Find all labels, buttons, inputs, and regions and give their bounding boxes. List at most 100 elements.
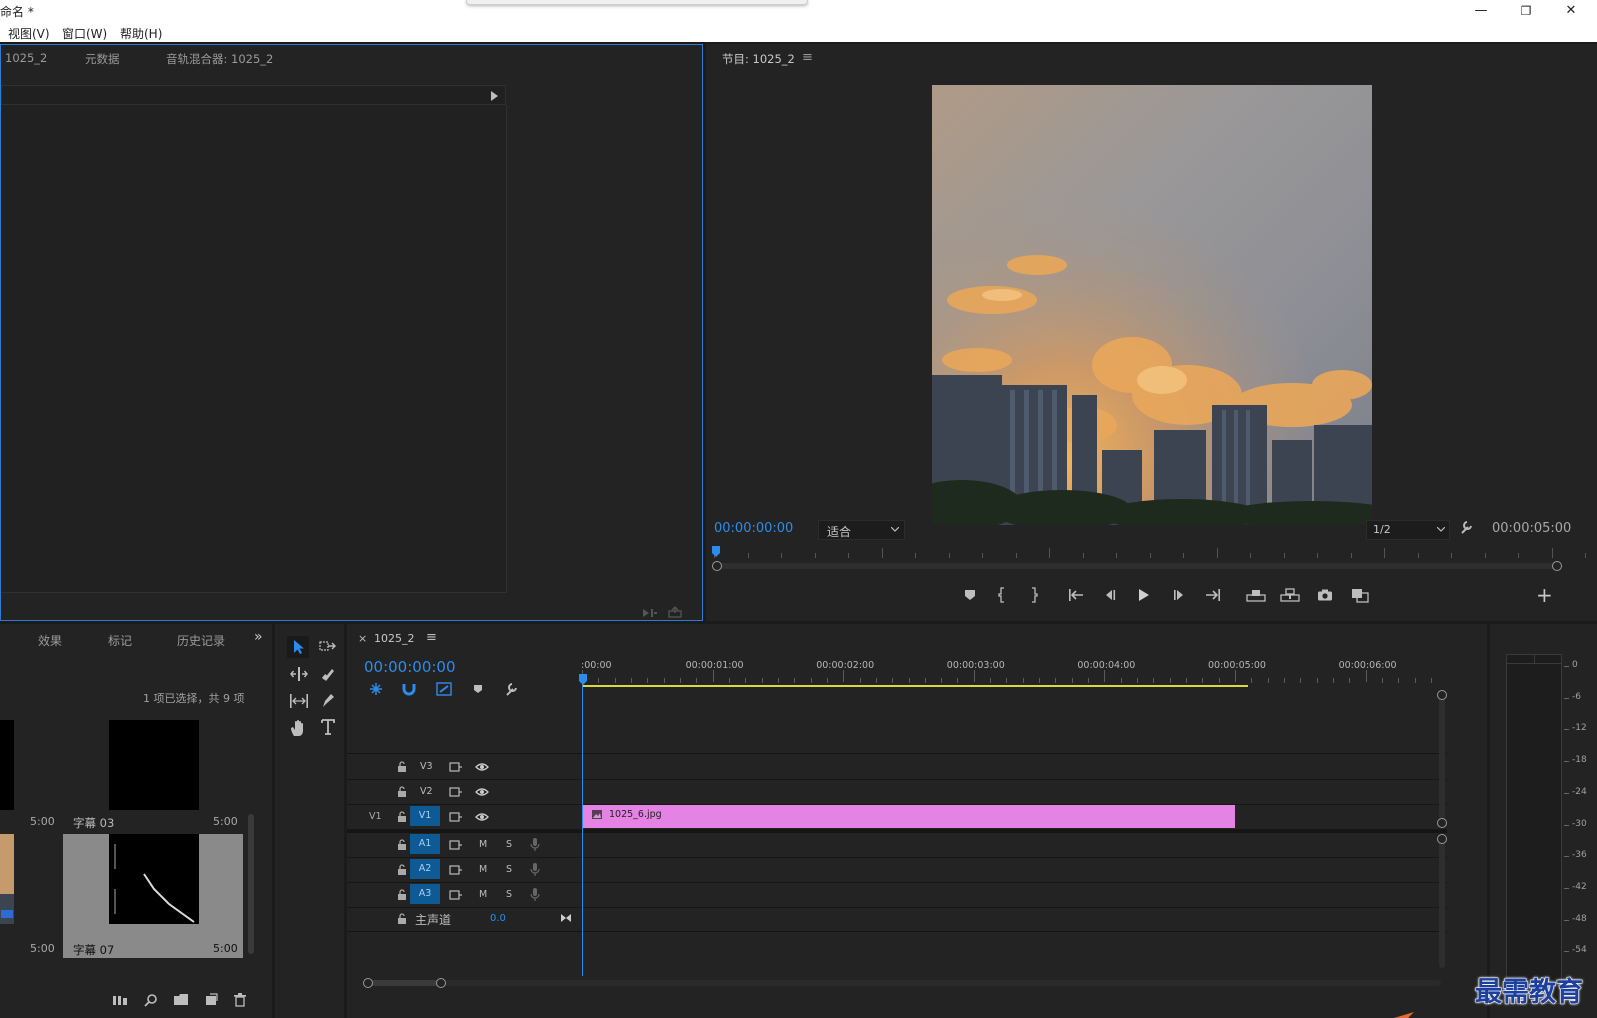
scroll-handle[interactable]	[1437, 690, 1447, 700]
program-current-timecode[interactable]: 00:00:00:00	[714, 521, 793, 536]
sync-lock-icon[interactable]	[449, 787, 463, 797]
track-label[interactable]: V3	[420, 761, 433, 772]
microphone-icon[interactable]	[530, 863, 540, 876]
zoom-right-handle[interactable]	[436, 978, 446, 988]
settings-wrench-icon[interactable]	[1459, 520, 1473, 534]
program-title[interactable]: 节目: 1025_2	[722, 51, 795, 67]
zoom-left-handle[interactable]	[363, 978, 373, 988]
program-playhead[interactable]	[712, 546, 720, 558]
automate-to-sequence-icon[interactable]	[112, 994, 128, 1006]
tab-effects[interactable]: 效果	[38, 632, 62, 649]
zoom-scrollbar-right-handle[interactable]	[1552, 561, 1562, 571]
tab-metadata[interactable]: 元数据	[85, 51, 120, 67]
program-mini-ruler[interactable]	[706, 546, 1597, 560]
menu-view[interactable]: 视图(V)	[8, 25, 50, 42]
timeline-clip[interactable]: 1025_6.jpg	[582, 805, 1235, 828]
project-item[interactable]: 5:00	[0, 834, 60, 958]
sync-lock-icon[interactable]	[449, 812, 463, 822]
timeline-ruler[interactable]: :00:00 00:00:01:00 00:00:02:00 00:00:03:00 0…	[581, 658, 1452, 688]
go-to-in-icon[interactable]	[1068, 589, 1084, 601]
lift-icon[interactable]	[1246, 588, 1266, 602]
new-item-icon[interactable]	[204, 993, 218, 1007]
selection-tool[interactable]	[287, 636, 309, 658]
solo-button[interactable]: S	[506, 839, 512, 850]
sync-lock-icon[interactable]	[449, 890, 463, 900]
type-tool-icon[interactable]	[321, 719, 335, 735]
project-item-selected[interactable]: 字幕 07 5:00	[63, 834, 243, 958]
audio-tracks-scrollbar[interactable]	[1437, 834, 1447, 968]
tab-history[interactable]: 历史记录	[177, 632, 225, 649]
restore-button[interactable]: ❐	[1503, 0, 1549, 22]
menu-help[interactable]: 帮助(H)	[120, 25, 162, 42]
resolution-dropdown[interactable]: 1/2	[1366, 520, 1450, 540]
minimize-button[interactable]: —	[1458, 0, 1504, 22]
play-icon[interactable]	[1138, 588, 1150, 602]
project-item[interactable]: 字幕 03 5:00	[63, 720, 243, 832]
track-label[interactable]: V2	[420, 786, 433, 797]
solo-button[interactable]: S	[506, 889, 512, 900]
work-area-bar[interactable]	[582, 685, 1248, 687]
project-scrollbar[interactable]	[248, 814, 254, 954]
insert-icon[interactable]	[642, 608, 658, 618]
timeline-settings-wrench-icon[interactable]	[504, 682, 518, 696]
sequence-tab[interactable]: 1025_2	[374, 632, 415, 645]
search-icon[interactable]	[144, 993, 158, 1007]
eye-icon[interactable]	[475, 762, 489, 772]
lock-icon[interactable]	[397, 889, 407, 900]
add-marker-icon[interactable]	[473, 684, 483, 694]
source-patch-v1[interactable]: V1	[369, 811, 382, 822]
sync-lock-icon[interactable]	[449, 865, 463, 875]
sync-lock-icon[interactable]	[449, 840, 463, 850]
tab-audio-mixer[interactable]: 音轨混合器: 1025_2	[166, 51, 273, 67]
lock-icon[interactable]	[397, 761, 407, 772]
panel-overflow-button[interactable]: »	[254, 629, 263, 645]
mute-button[interactable]: M	[479, 839, 487, 850]
comparison-view-icon[interactable]	[1351, 588, 1369, 603]
ripple-edit-icon[interactable]	[290, 667, 308, 681]
new-bin-folder-icon[interactable]	[173, 993, 189, 1006]
trash-icon[interactable]	[234, 993, 246, 1007]
timeline-playhead-head[interactable]	[578, 674, 588, 686]
timeline-timecode[interactable]: 00:00:00:00	[364, 658, 456, 676]
master-volume-value[interactable]: 0.0	[490, 913, 506, 924]
lock-icon[interactable]	[397, 811, 407, 822]
video-tracks-scrollbar[interactable]	[1437, 690, 1447, 828]
track-target-a1[interactable]: A1	[410, 834, 440, 854]
pen-tool-icon[interactable]	[321, 692, 335, 708]
track-target-v1[interactable]: V1	[410, 806, 440, 826]
sync-lock-icon[interactable]	[449, 762, 463, 772]
timeline-zoom-thumb[interactable]	[366, 980, 441, 986]
timeline-playhead-line[interactable]	[582, 684, 583, 976]
lock-icon[interactable]	[397, 864, 407, 875]
zoom-scrollbar[interactable]	[712, 561, 1562, 571]
tab-markers[interactable]: 标记	[108, 632, 132, 649]
track-target-a2[interactable]: A2	[410, 859, 440, 879]
scroll-handle[interactable]	[1437, 834, 1447, 844]
add-marker-icon[interactable]	[964, 589, 976, 601]
lock-icon[interactable]	[397, 913, 407, 924]
mute-button[interactable]: M	[479, 889, 487, 900]
zoom-scrollbar-left-handle[interactable]	[712, 561, 722, 571]
lock-icon[interactable]	[397, 839, 407, 850]
microphone-icon[interactable]	[530, 838, 540, 851]
export-frame-camera-icon[interactable]	[1317, 589, 1333, 601]
track-select-forward-icon[interactable]	[319, 639, 337, 653]
microphone-icon[interactable]	[530, 888, 540, 901]
close-button[interactable]: ✕	[1548, 0, 1594, 22]
snap-magnet-icon[interactable]	[402, 682, 416, 696]
nest-sequence-icon[interactable]	[369, 682, 383, 696]
slip-tool-icon[interactable]	[289, 694, 309, 708]
mark-out-icon[interactable]	[1029, 587, 1039, 603]
extract-icon[interactable]	[1280, 588, 1300, 602]
solo-button[interactable]: S	[506, 864, 512, 875]
linked-selection-icon[interactable]	[436, 682, 452, 696]
mark-in-icon[interactable]	[997, 587, 1007, 603]
tab-source[interactable]: 1025_2	[5, 51, 47, 65]
sequence-menu-icon[interactable]: ≡	[426, 630, 437, 645]
step-back-icon[interactable]	[1103, 589, 1117, 601]
hand-tool-icon[interactable]	[290, 719, 306, 737]
master-expand-icon[interactable]	[560, 913, 572, 923]
scroll-handle[interactable]	[1437, 818, 1447, 828]
lock-icon[interactable]	[397, 786, 407, 797]
fit-dropdown[interactable]: 适合	[818, 520, 905, 540]
